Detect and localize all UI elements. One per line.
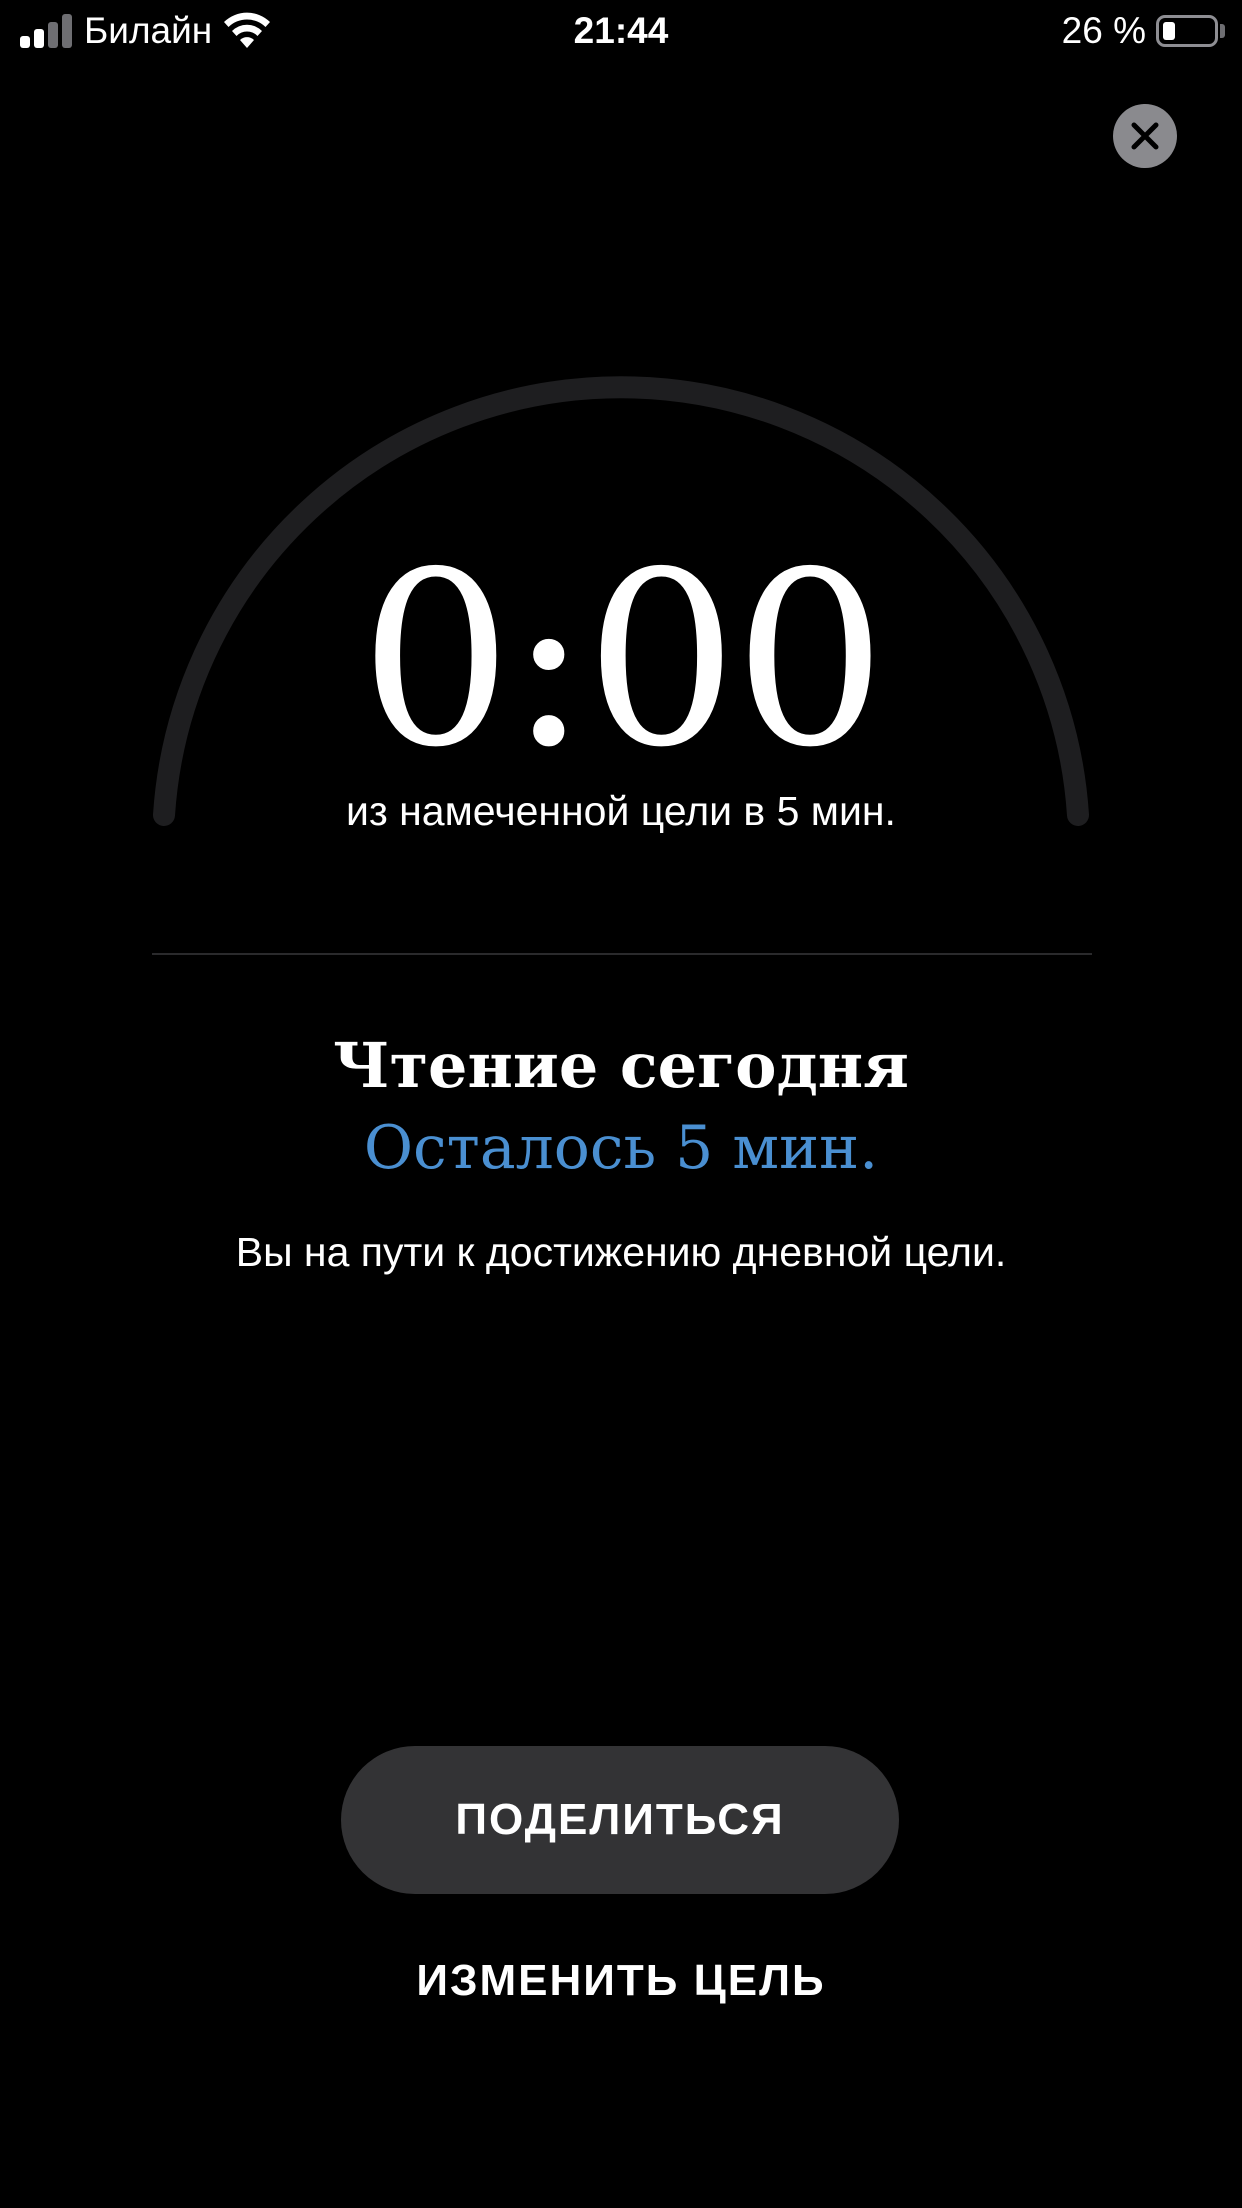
change-goal-button[interactable]: ИЗМЕНИТЬ ЦЕЛЬ (321, 1946, 921, 2016)
time-read-display: 0:00 (359, 520, 887, 800)
reading-today-title: Чтение сегодня (333, 1029, 909, 1102)
share-button[interactable]: ПОДЕЛИТЬСЯ (341, 1746, 899, 1894)
goal-message: Вы на пути к достижению дневной цели. (235, 1229, 1007, 1275)
divider (152, 953, 1092, 955)
goal-caption: из намеченной цели в 5 мин. (346, 788, 896, 834)
time-remaining: Осталось 5 мин. (363, 1113, 879, 1183)
reading-progress-gauge (153, 376, 1089, 826)
